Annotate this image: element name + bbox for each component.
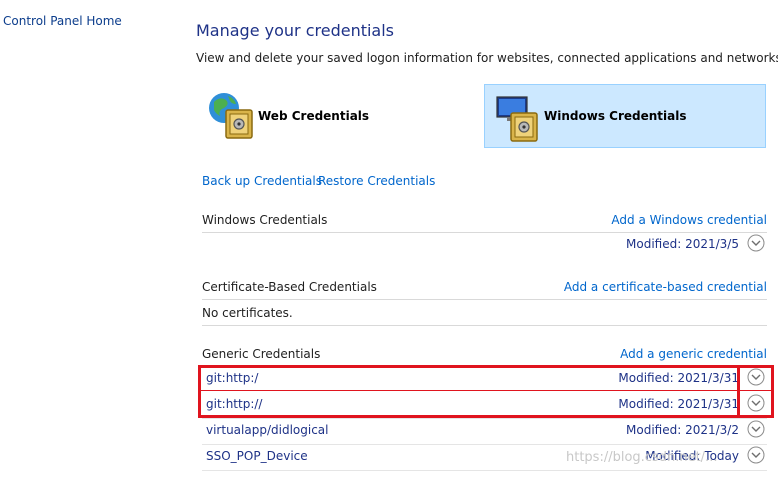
windows-vault-icon [496,96,538,142]
highlight-box [198,365,740,418]
add-certificate-credential-link[interactable]: Add a certificate-based credential [564,280,767,294]
certificate-credentials-section-header: Certificate-Based Credentials Add a cert… [202,280,767,294]
backup-credentials-link[interactable]: Back up Credentials [202,174,322,188]
section-title: Generic Credentials [202,347,321,361]
credential-row[interactable]: virtualapp/didlogical Modified: 2021/3/2 [202,418,767,442]
chevron-down-icon[interactable] [747,234,765,252]
credential-name: SSO_POP_Device [206,449,308,463]
section-divider [202,325,767,326]
web-credentials-tile[interactable]: Web Credentials [200,84,470,148]
highlight-box [740,365,774,418]
windows-credentials-section-header: Windows Credentials Add a Windows creden… [202,213,767,227]
credential-modified: Modified: 2021/3/2 [626,423,739,437]
windows-credentials-tile[interactable]: Windows Credentials [484,84,766,148]
watermark-text: https://blog.csdn.net/... [566,450,718,465]
page-subtitle: View and delete your saved logon informa… [196,51,778,65]
control-panel-home-link[interactable]: Control Panel Home [3,14,122,28]
chevron-down-icon[interactable] [747,420,765,438]
add-windows-credential-link[interactable]: Add a Windows credential [611,213,767,227]
section-title: Windows Credentials [202,213,328,227]
restore-credentials-link[interactable]: Restore Credentials [318,174,435,188]
web-vault-icon [209,93,253,139]
section-title: Certificate-Based Credentials [202,280,377,294]
credential-row[interactable]: Modified: 2021/3/5 [202,232,767,256]
add-generic-credential-link[interactable]: Add a generic credential [620,347,767,361]
credential-modified: Modified: 2021/3/5 [626,237,739,251]
no-certificates-text: No certificates. [202,306,293,320]
chevron-down-icon[interactable] [747,446,765,464]
row-divider [202,470,767,471]
credential-name: virtualapp/didlogical [206,423,329,437]
highlight-divider [198,390,774,391]
section-divider [202,299,767,300]
web-credentials-label: Web Credentials [258,109,370,123]
windows-credentials-label: Windows Credentials [544,109,687,123]
page-title: Manage your credentials [196,21,395,40]
generic-credentials-section-header: Generic Credentials Add a generic creden… [202,347,767,361]
